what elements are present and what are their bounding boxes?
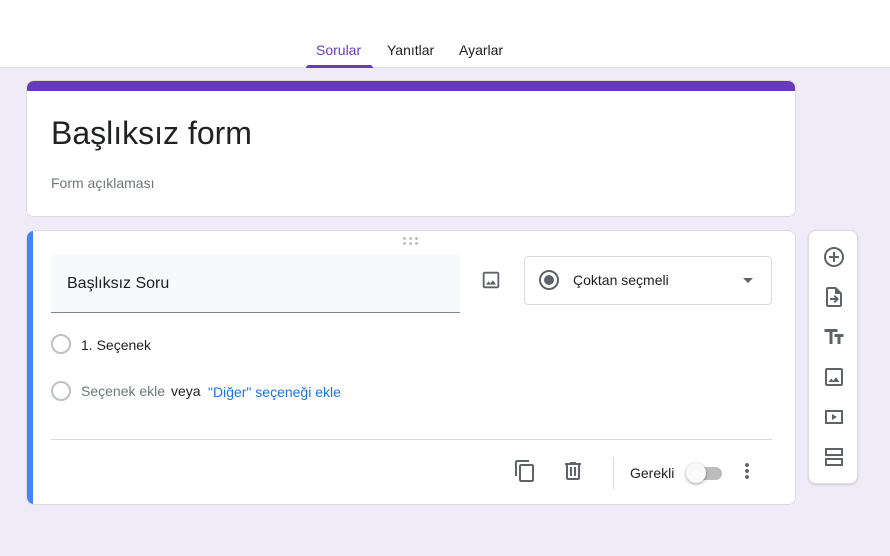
question-title-text: Başlıksız Soru — [67, 275, 170, 292]
add-section-icon[interactable] — [822, 445, 846, 469]
option-1-input[interactable]: 1. Seçenek — [81, 337, 151, 353]
required-toggle[interactable] — [686, 463, 724, 483]
add-image-icon[interactable] — [822, 365, 846, 389]
form-description-field[interactable]: Form açıklaması — [51, 175, 154, 191]
drag-handle-icon[interactable] — [403, 237, 421, 247]
side-toolbar — [808, 230, 858, 484]
image-icon[interactable] — [480, 269, 502, 291]
top-bar: Sorular Yanıtlar Ayarlar — [0, 0, 890, 68]
add-video-icon[interactable] — [822, 405, 846, 429]
add-option-radio-icon — [51, 381, 71, 401]
footer-divider — [51, 439, 772, 440]
active-card-indicator — [27, 231, 33, 504]
question-title-input[interactable]: Başlıksız Soru — [51, 255, 460, 313]
dropdown-arrow-icon — [743, 278, 753, 283]
or-label: veya — [171, 383, 201, 399]
trash-icon[interactable] — [561, 459, 585, 483]
footer-vertical-divider — [613, 457, 614, 489]
tab-settings[interactable]: Ayarlar — [459, 42, 503, 58]
question-card[interactable]: Başlıksız Soru Çoktan seçmeli 1. Seçenek… — [26, 230, 796, 505]
required-label: Gerekli — [630, 465, 675, 481]
add-option-field[interactable]: Seçenek ekle — [81, 383, 165, 399]
question-type-dropdown[interactable]: Çoktan seçmeli — [524, 256, 772, 305]
add-title-description-icon[interactable] — [822, 325, 846, 349]
tab-questions[interactable]: Sorular — [316, 42, 361, 58]
question-type-label: Çoktan seçmeli — [573, 272, 669, 288]
radio-button-icon — [539, 270, 559, 290]
import-questions-icon[interactable] — [822, 285, 846, 309]
add-question-icon[interactable] — [822, 245, 846, 269]
copy-icon[interactable] — [513, 459, 537, 483]
form-title[interactable]: Başlıksız form — [51, 115, 252, 152]
more-vert-icon[interactable] — [735, 459, 759, 483]
option-radio-icon — [51, 334, 71, 354]
form-title-card: Başlıksız form Form açıklaması — [26, 80, 796, 217]
add-other-option-link[interactable]: "Diğer" seçeneği ekle — [208, 384, 341, 400]
tab-responses[interactable]: Yanıtlar — [387, 42, 434, 58]
form-accent-bar — [27, 81, 795, 91]
active-tab-indicator — [306, 65, 373, 68]
